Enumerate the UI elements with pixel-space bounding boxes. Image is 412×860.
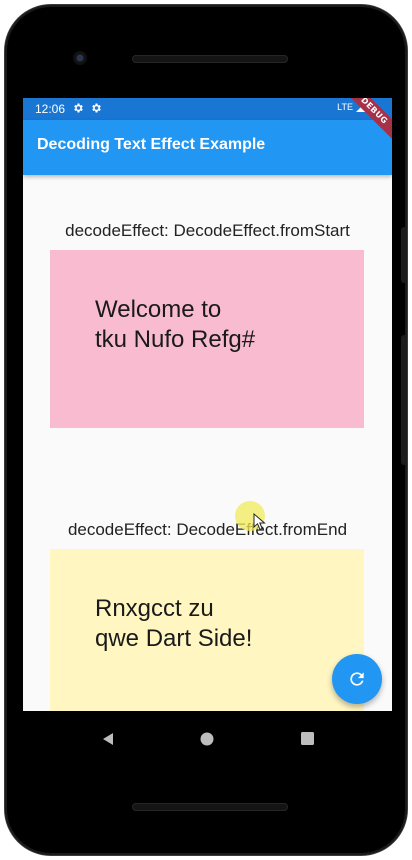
front-camera: [73, 51, 87, 65]
recents-icon[interactable]: [301, 732, 314, 745]
volume-button: [401, 335, 407, 465]
decoded-text-from-start: Welcome to tku Nufo Refg#: [95, 296, 256, 353]
network-type: LTE: [337, 102, 353, 112]
power-button: [401, 227, 407, 283]
gear-icon: [74, 103, 83, 113]
gear-icon: [92, 103, 101, 113]
device-frame: 12:06 LTE DEBUG Decoding Text Effect Exa…: [5, 5, 407, 855]
navigation-bar: [23, 711, 392, 767]
app-bar: Decoding Text Effect Example: [23, 120, 392, 175]
decode-card-from-start: Welcome to tku Nufo Refg#: [50, 250, 364, 428]
refresh-icon: [350, 672, 364, 686]
decode-card-from-end: Rnxgcct zu qwe Dart Side!: [50, 549, 364, 711]
refresh-button[interactable]: [332, 654, 382, 704]
card-caption-from-start: decodeEffect: DecodeEffect.fromStart: [65, 221, 350, 240]
screen: 12:06 LTE DEBUG Decoding Text Effect Exa…: [23, 98, 392, 711]
bottom-speaker: [132, 803, 288, 811]
status-time: 12:06: [35, 102, 66, 116]
home-icon[interactable]: [200, 732, 214, 746]
decoded-text-from-end: Rnxgcct zu qwe Dart Side!: [95, 595, 253, 652]
top-speaker: [132, 55, 288, 63]
card-caption-from-end: decodeEffect: DecodeEffect.fromEnd: [67, 520, 348, 539]
app-title: Decoding Text Effect Example: [37, 136, 266, 153]
status-bar: 12:06 LTE: [23, 98, 392, 120]
cursor-icon: [253, 513, 266, 531]
back-icon[interactable]: [101, 732, 115, 746]
